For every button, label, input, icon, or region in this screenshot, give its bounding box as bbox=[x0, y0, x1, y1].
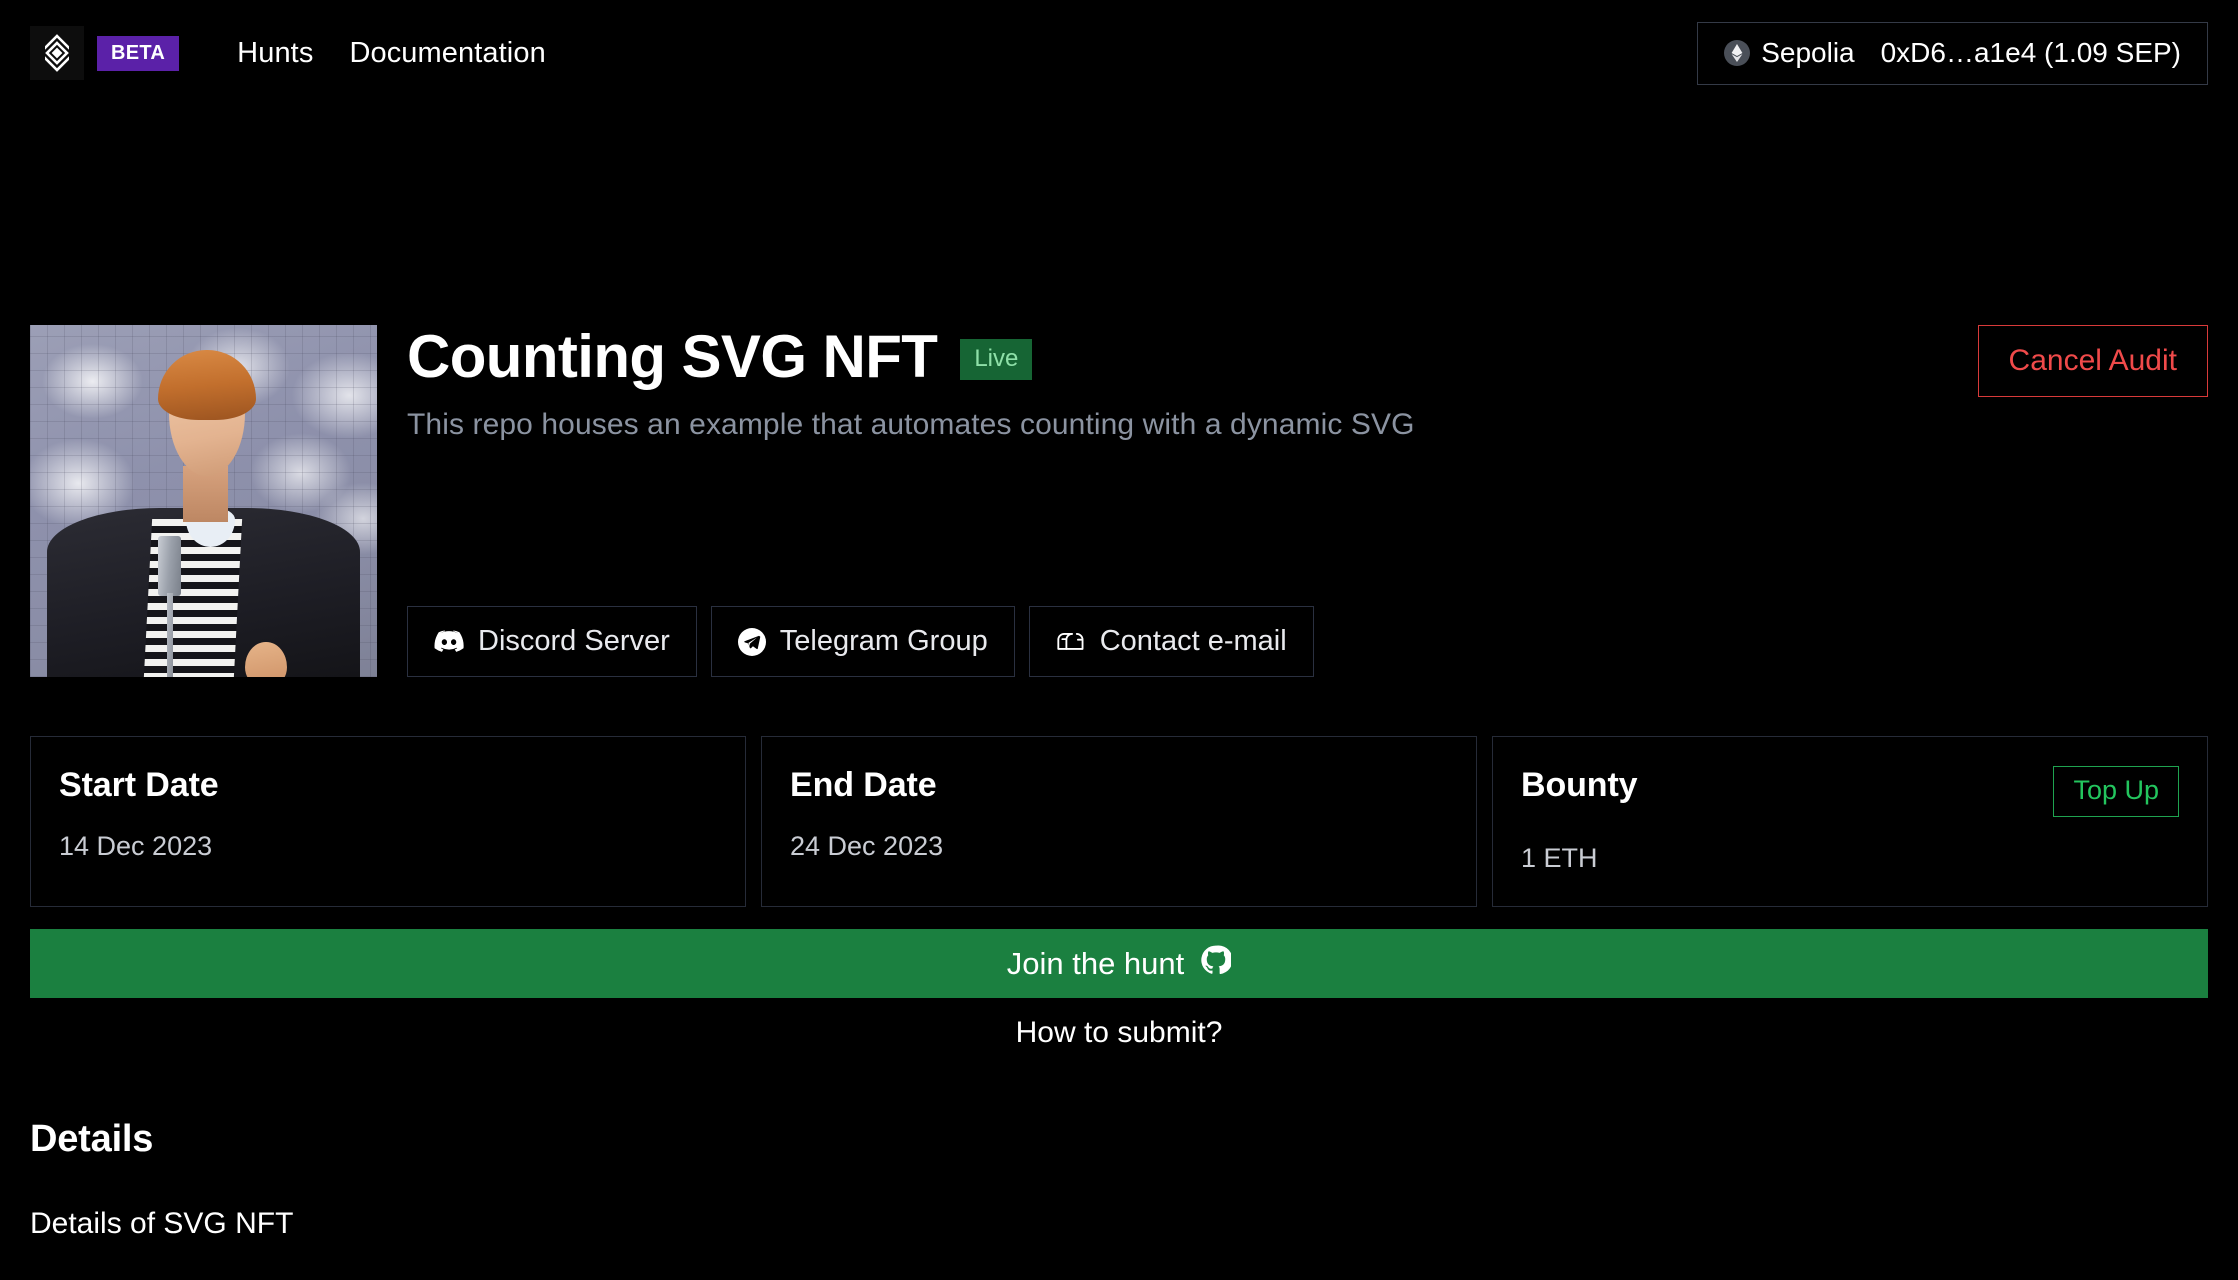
nav-link-hunts[interactable]: Hunts bbox=[237, 37, 313, 70]
mailbox-icon bbox=[1056, 629, 1086, 655]
telegram-group-label: Telegram Group bbox=[779, 625, 988, 657]
start-date-label: Start Date bbox=[59, 766, 219, 804]
details-section: Details Details of SVG NFT bbox=[30, 1118, 2208, 1241]
details-heading: Details bbox=[30, 1118, 154, 1160]
contact-email-button[interactable]: Contact e-mail bbox=[1028, 606, 1314, 677]
navbar-right-group: Sepolia 0xD6…a1e4 (1.09 SEP) bbox=[1697, 21, 2208, 85]
discord-server-label: Discord Server bbox=[478, 625, 670, 657]
hunt-hero-body: Counting SVG NFT Live This repo houses a… bbox=[407, 325, 1948, 677]
stat-card-header: Bounty Top Up bbox=[1521, 766, 2179, 817]
join-the-hunt-button[interactable]: Join the hunt bbox=[30, 929, 2208, 998]
thumbnail-microphone-stand bbox=[167, 592, 173, 677]
top-navbar: BETA Hunts Documentation Sepolia 0xD6…a1… bbox=[0, 0, 2238, 106]
wallet-address-balance: 0xD6…a1e4 (1.09 SEP) bbox=[1880, 36, 2181, 68]
github-icon bbox=[1201, 944, 1233, 983]
diamond-logo-icon[interactable] bbox=[30, 26, 84, 80]
hunt-social-links: Discord Server Telegram Group Contact e-… bbox=[407, 606, 1948, 677]
page-content: Counting SVG NFT Live This repo houses a… bbox=[0, 325, 2238, 1241]
how-to-submit-link[interactable]: How to submit? bbox=[30, 1016, 2208, 1050]
telegram-group-button[interactable]: Telegram Group bbox=[710, 606, 1015, 677]
page-title: Counting SVG NFT bbox=[407, 323, 938, 390]
discord-server-button[interactable]: Discord Server bbox=[407, 606, 697, 677]
bounty-label: Bounty bbox=[1521, 766, 1638, 804]
end-date-label: End Date bbox=[790, 766, 937, 804]
discord-icon bbox=[434, 630, 464, 653]
nav-link-documentation[interactable]: Documentation bbox=[349, 37, 545, 70]
contact-email-label: Contact e-mail bbox=[1099, 625, 1287, 657]
hunt-hero-actions: Cancel Audit bbox=[1948, 325, 2208, 397]
stat-card-header: Start Date bbox=[59, 766, 717, 805]
navbar-left-group: BETA Hunts Documentation bbox=[30, 26, 546, 80]
primary-nav: Hunts Documentation bbox=[237, 37, 546, 70]
stat-card-end-date: End Date 24 Dec 2023 bbox=[761, 736, 1477, 907]
stat-card-bounty: Bounty Top Up 1 ETH bbox=[1492, 736, 2208, 907]
cancel-audit-button[interactable]: Cancel Audit bbox=[1977, 325, 2208, 397]
start-date-value: 14 Dec 2023 bbox=[59, 831, 213, 861]
stat-card-header: End Date bbox=[790, 766, 1448, 805]
ethereum-icon bbox=[1724, 39, 1751, 66]
hunt-hero: Counting SVG NFT Live This repo houses a… bbox=[30, 325, 2208, 677]
status-badge: Live bbox=[960, 339, 1033, 380]
wallet-connect-button[interactable]: Sepolia 0xD6…a1e4 (1.09 SEP) bbox=[1697, 21, 2208, 85]
stat-card-start-date: Start Date 14 Dec 2023 bbox=[30, 736, 746, 907]
join-the-hunt-label: Join the hunt bbox=[1006, 945, 1185, 981]
hunt-stats-row: Start Date 14 Dec 2023 End Date 24 Dec 2… bbox=[30, 736, 2208, 907]
hunt-subtitle: This repo houses an example that automat… bbox=[407, 408, 1415, 441]
hunt-title-row: Counting SVG NFT Live bbox=[407, 325, 1948, 388]
hunt-thumbnail-image bbox=[30, 325, 377, 677]
details-body-text: Details of SVG NFT bbox=[30, 1207, 294, 1240]
beta-badge: BETA bbox=[97, 35, 180, 71]
wallet-network-label: Sepolia bbox=[1761, 36, 1855, 68]
thumbnail-microphone bbox=[158, 536, 181, 597]
top-up-button[interactable]: Top Up bbox=[2053, 766, 2179, 817]
telegram-icon bbox=[737, 627, 766, 656]
end-date-value: 24 Dec 2023 bbox=[790, 831, 944, 861]
bounty-value: 1 ETH bbox=[1521, 843, 1598, 873]
